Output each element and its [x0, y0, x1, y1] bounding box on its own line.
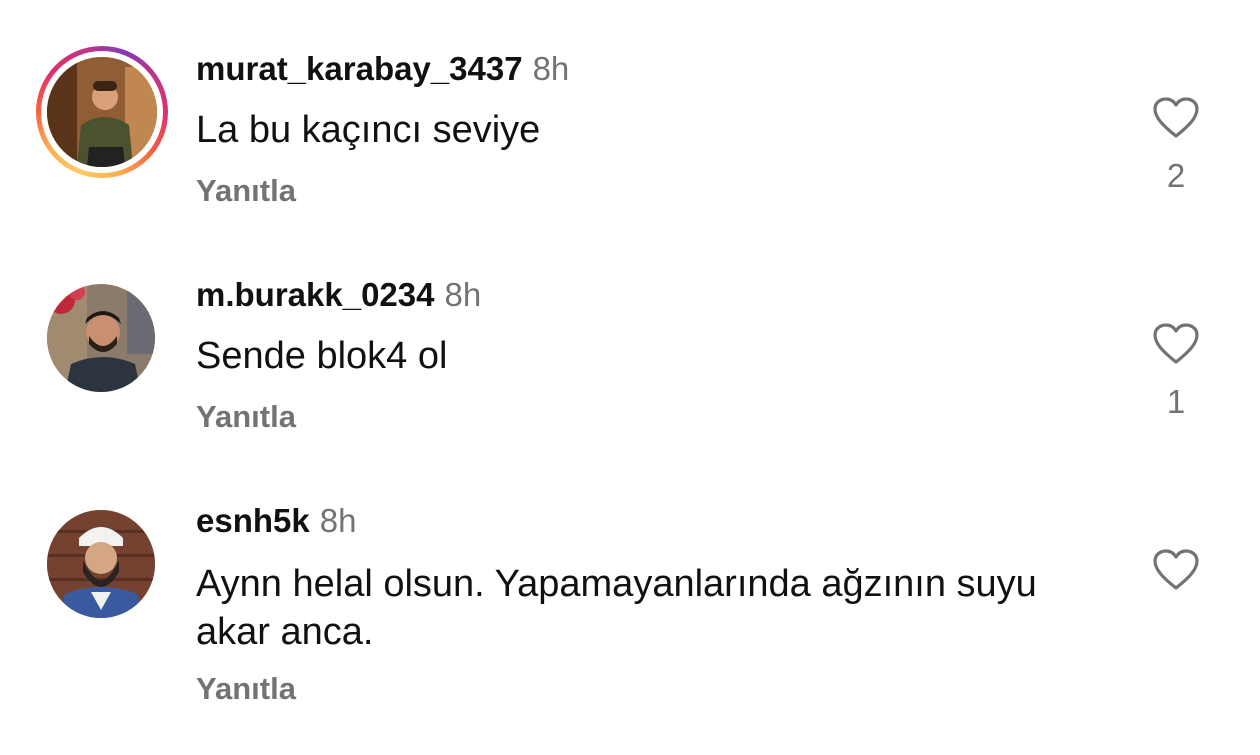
like-count: 1	[1166, 383, 1186, 420]
avatar[interactable]	[47, 284, 155, 392]
avatar-photo	[47, 57, 157, 167]
comment-username[interactable]: esnh5k	[196, 502, 310, 539]
comment-header: m.burakk_0234 8h	[196, 275, 481, 315]
heart-outline-icon	[1153, 97, 1199, 138]
avatar-photo	[47, 284, 155, 392]
comment-header: murat_karabay_3437 8h	[196, 49, 569, 89]
comment-timestamp: 8h	[532, 50, 570, 87]
reply-button[interactable]: Yanıtla	[196, 670, 296, 708]
avatar-story-ring[interactable]	[36, 46, 168, 178]
comment-timestamp: 8h	[444, 276, 482, 313]
comment-text: La bu kaçıncı seviye	[196, 109, 541, 151]
avatar	[47, 57, 157, 167]
avatar[interactable]	[47, 510, 155, 618]
comment-text: Sende blok4 ol	[196, 335, 448, 377]
heart-outline-icon	[1153, 323, 1199, 364]
comment-timestamp: 8h	[319, 502, 357, 539]
comment-header: esnh5k 8h	[196, 501, 356, 541]
reply-button[interactable]: Yanıtla	[196, 398, 296, 436]
like-button[interactable]	[1150, 548, 1202, 597]
avatar-ring-gap	[41, 51, 163, 173]
like-button[interactable]	[1150, 96, 1202, 145]
like-count: 2	[1166, 157, 1186, 194]
heart-outline-icon	[1153, 549, 1199, 590]
comment-username[interactable]: m.burakk_0234	[196, 276, 435, 313]
comment-username[interactable]: murat_karabay_3437	[196, 50, 523, 87]
avatar-photo	[47, 510, 155, 618]
like-button[interactable]	[1150, 322, 1202, 371]
comment-text: Aynn helal olsun. Yapamayanlarında ağzın…	[196, 563, 1037, 653]
reply-button[interactable]: Yanıtla	[196, 172, 296, 210]
